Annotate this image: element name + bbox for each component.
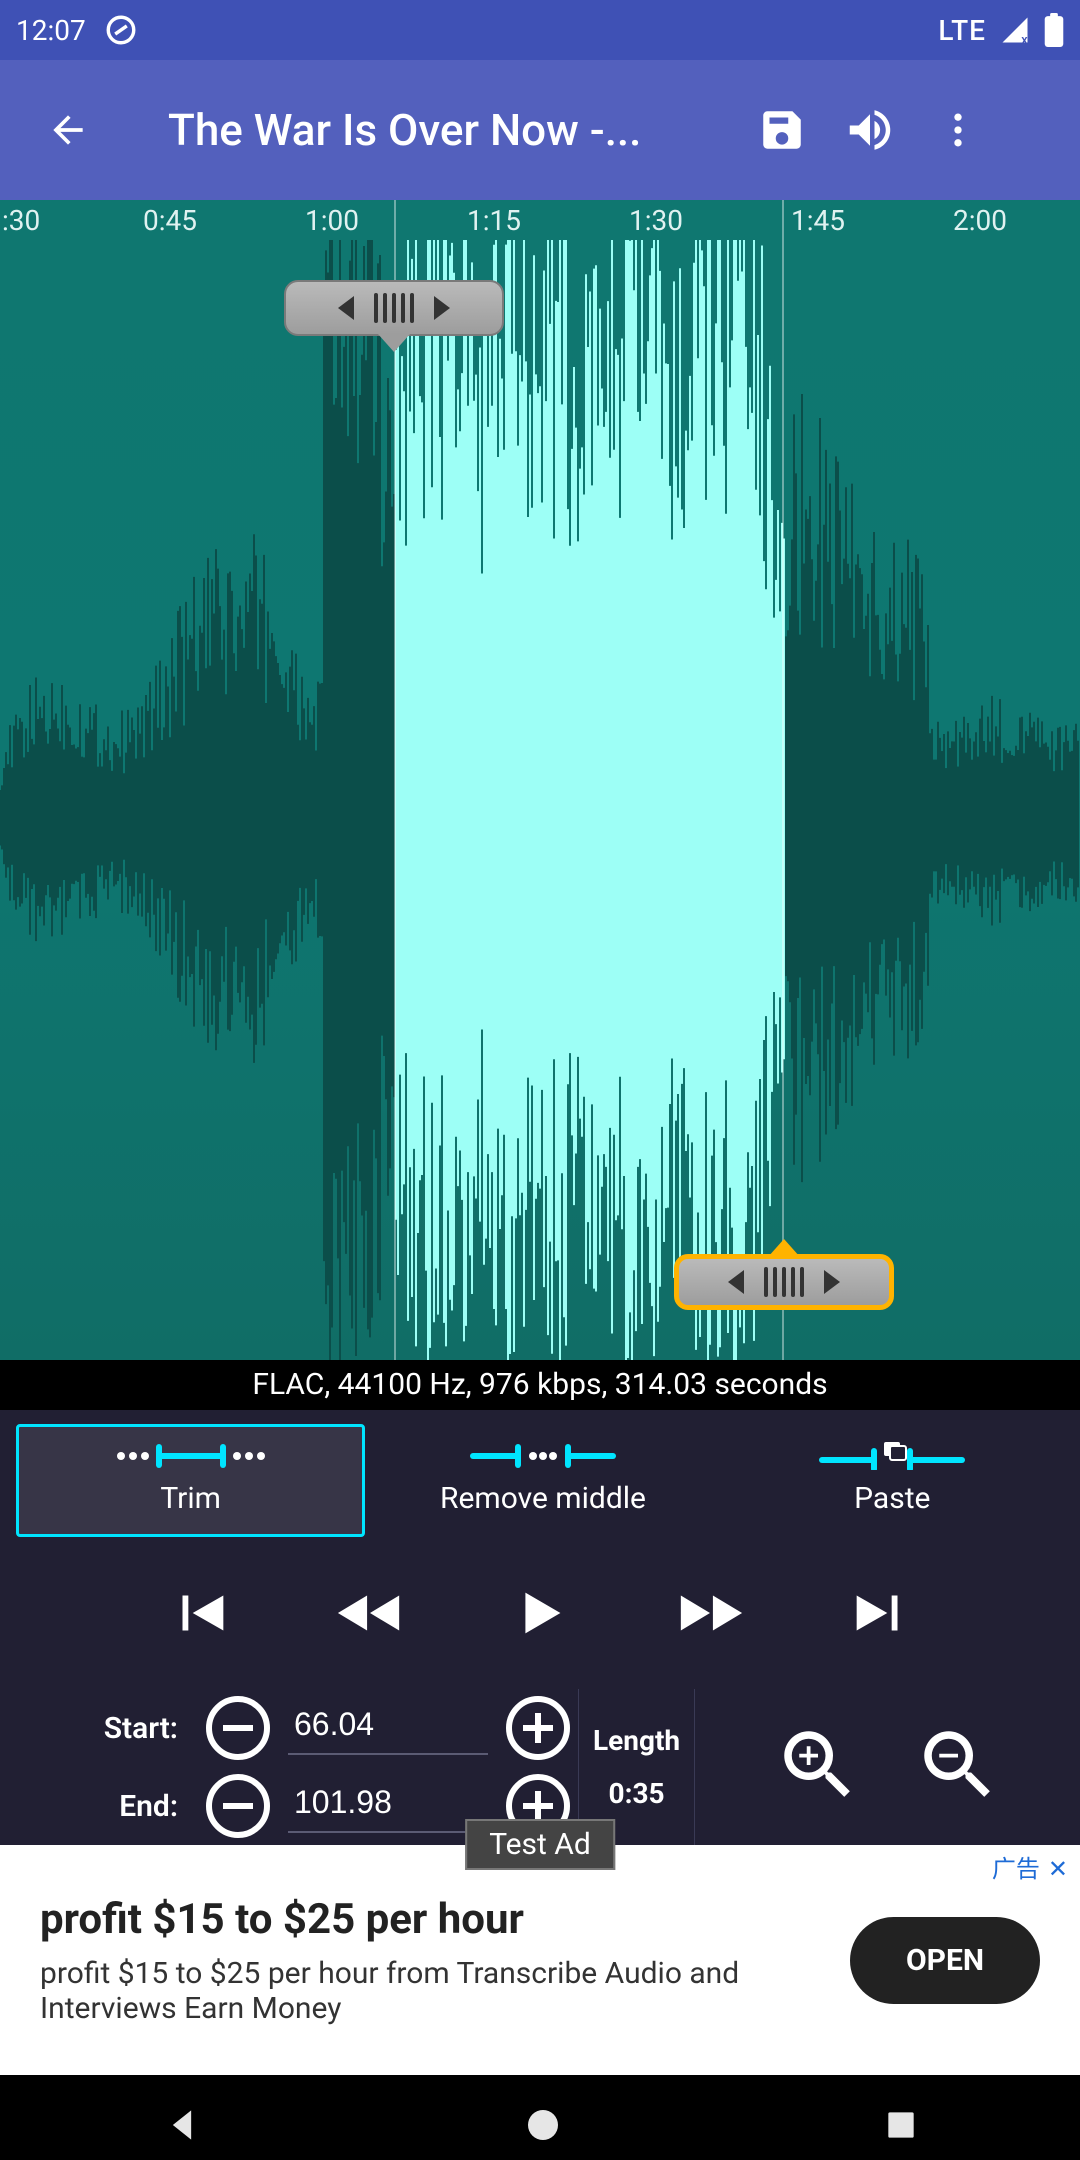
edit-mode-row: Trim Remove middle Paste — [0, 1410, 1080, 1551]
ruler-tick: 1:45 — [791, 204, 845, 237]
forward-button[interactable] — [660, 1573, 760, 1653]
start-increment-button[interactable] — [506, 1696, 570, 1760]
end-decrement-button[interactable] — [206, 1774, 270, 1838]
minus-icon — [223, 1725, 253, 1731]
ad-open-button[interactable]: OPEN — [850, 1917, 1040, 2004]
ad-title: profit $15 to $25 per hour — [40, 1895, 850, 1944]
start-value-input[interactable] — [288, 1702, 488, 1755]
ruler-tick: 0:45 — [143, 204, 197, 237]
zoom-in-icon — [773, 1720, 863, 1810]
audio-format-info: FLAC, 44100 Hz, 976 kbps, 314.03 seconds — [0, 1360, 1080, 1410]
save-button[interactable] — [738, 86, 826, 174]
chevron-right-icon — [434, 296, 450, 320]
nav-back-icon — [160, 2103, 204, 2147]
remove-middle-mode-button[interactable]: Remove middle — [371, 1424, 714, 1537]
svg-text:x: x — [1021, 33, 1029, 45]
ad-info-tag[interactable]: 广告✕ — [992, 1849, 1068, 1884]
system-nav-bar — [0, 2075, 1080, 2160]
play-button[interactable] — [490, 1573, 590, 1653]
ruler-tick: 2:00 — [953, 204, 1007, 237]
more-vert-icon — [936, 108, 980, 152]
status-bar: 12:07 LTE x — [0, 0, 1080, 60]
ruler-tick: 1:00 — [305, 204, 359, 237]
page-title: The War Is Over Now -... — [168, 104, 738, 156]
network-label: LTE — [938, 14, 986, 47]
start-decrement-button[interactable] — [206, 1696, 270, 1760]
mode-label: Trim — [160, 1481, 221, 1516]
ruler-tick: 1:15 — [467, 204, 521, 237]
waveform-view[interactable]: :30 0:45 1:00 1:15 1:30 1:45 2:00 — [0, 200, 1080, 1360]
ad-badge: Test Ad — [465, 1819, 615, 1870]
nav-recent-icon — [882, 2106, 920, 2144]
rewind-button[interactable] — [320, 1573, 420, 1653]
close-icon[interactable]: ✕ — [1048, 1855, 1068, 1883]
status-time: 12:07 — [16, 14, 86, 47]
nav-recent-button[interactable] — [882, 2106, 920, 2148]
trim-mode-button[interactable]: Trim — [16, 1424, 365, 1537]
nav-home-icon — [523, 2105, 563, 2145]
nav-back-button[interactable] — [160, 2103, 204, 2151]
trim-icon — [111, 1441, 271, 1471]
zoom-out-icon — [913, 1720, 1003, 1810]
signal-icon: x — [1000, 15, 1030, 45]
app-bar: The War Is Over Now -... — [0, 60, 1080, 200]
transport-controls — [0, 1551, 1080, 1689]
length-value: 0:35 — [609, 1777, 665, 1810]
end-value-input[interactable] — [288, 1780, 488, 1833]
selection-start-handle[interactable] — [284, 280, 504, 336]
play-icon — [505, 1573, 575, 1653]
arrow-back-icon — [46, 108, 90, 152]
skip-end-button[interactable] — [830, 1573, 930, 1653]
save-icon — [757, 105, 807, 155]
zoom-out-button[interactable] — [913, 1720, 1003, 1814]
skip-next-icon — [845, 1578, 915, 1648]
skip-previous-icon — [165, 1578, 235, 1648]
chevron-left-icon — [728, 1270, 744, 1294]
ad-body: profit $15 to $25 per hour from Transcri… — [40, 1956, 760, 2026]
mode-label: Remove middle — [440, 1481, 646, 1516]
fast-forward-icon — [665, 1578, 755, 1648]
zoom-in-button[interactable] — [773, 1720, 863, 1814]
minus-icon — [223, 1803, 253, 1809]
overflow-button[interactable] — [914, 86, 1002, 174]
fast-rewind-icon — [325, 1578, 415, 1648]
grip-lines-icon — [374, 293, 414, 323]
ruler-tick: :30 — [2, 204, 40, 237]
ad-banner[interactable]: Test Ad 广告✕ profit $15 to $25 per hour p… — [0, 1845, 1080, 2075]
grip-lines-icon — [764, 1267, 804, 1297]
dnd-icon — [104, 13, 138, 47]
end-label: End: — [18, 1789, 188, 1824]
time-ruler: :30 0:45 1:00 1:15 1:30 1:45 2:00 — [0, 200, 1080, 240]
back-button[interactable] — [24, 86, 112, 174]
paste-mode-button[interactable]: Paste — [721, 1424, 1064, 1537]
chevron-right-icon — [824, 1270, 840, 1294]
selection-end-handle[interactable] — [674, 1254, 894, 1310]
nav-home-button[interactable] — [523, 2105, 563, 2149]
ruler-tick: 1:30 — [629, 204, 683, 237]
skip-start-button[interactable] — [150, 1573, 250, 1653]
chevron-left-icon — [338, 296, 354, 320]
paste-icon — [812, 1441, 972, 1471]
mode-label: Paste — [854, 1481, 930, 1516]
start-label: Start: — [18, 1711, 188, 1746]
volume-icon — [843, 103, 897, 157]
volume-button[interactable] — [826, 86, 914, 174]
battery-icon — [1044, 13, 1064, 47]
remove-middle-icon — [463, 1441, 623, 1471]
length-label: Length — [593, 1724, 680, 1757]
